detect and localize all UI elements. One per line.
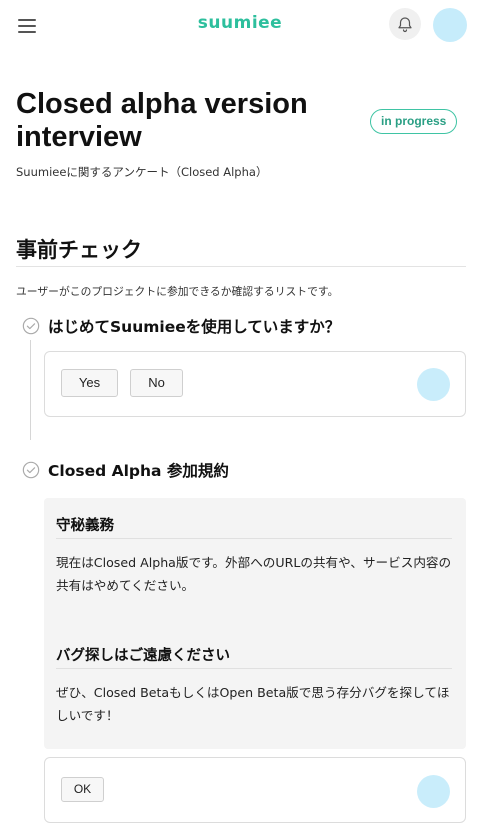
term-divider bbox=[56, 668, 452, 669]
section-divider bbox=[16, 266, 466, 267]
timeline-line bbox=[30, 340, 31, 440]
page-title: Closed alpha version interview bbox=[16, 88, 308, 153]
check-circle-icon bbox=[22, 461, 40, 479]
page-subtitle: Suumieeに関するアンケート（Closed Alpha） bbox=[16, 165, 268, 179]
section-description: ユーザーがこのプロジェクトに参加できるか確認するリストです。 bbox=[16, 285, 339, 298]
hamburger-icon bbox=[18, 19, 36, 21]
answer-card: OK bbox=[44, 757, 466, 823]
status-badge: in progress bbox=[370, 109, 458, 134]
menu-button[interactable] bbox=[18, 16, 38, 34]
avatar[interactable] bbox=[433, 8, 467, 42]
hamburger-icon-line bbox=[18, 25, 36, 27]
question-title: Closed Alpha 参加規約 bbox=[48, 462, 229, 480]
term-heading: 守秘義務 bbox=[56, 518, 114, 534]
section-title: 事前チェック bbox=[16, 238, 142, 262]
term-text: ぜひ、Closed BetaもしくはOpen Beta版で思う存分バグを探してほ… bbox=[56, 685, 450, 723]
check-circle-icon bbox=[22, 317, 40, 335]
hamburger-icon-line bbox=[18, 31, 36, 33]
responder-avatar bbox=[417, 775, 450, 808]
question-title: はじめてSuumieeを使用していますか？ bbox=[48, 318, 341, 336]
yes-button[interactable]: Yes bbox=[61, 369, 118, 397]
notifications-button[interactable] bbox=[389, 8, 421, 40]
responder-avatar bbox=[417, 368, 450, 401]
app-header: suumiee bbox=[0, 0, 480, 52]
terms-box: 守秘義務 現在はClosed Alpha版です。外部へのURLの共有や、サービス… bbox=[44, 498, 466, 749]
ok-button[interactable]: OK bbox=[61, 777, 104, 802]
bell-icon bbox=[398, 17, 412, 33]
term-divider bbox=[56, 538, 452, 539]
term-heading: バグ探しはご遠慮ください bbox=[56, 648, 230, 664]
no-button[interactable]: No bbox=[130, 369, 183, 397]
answer-card: Yes No bbox=[44, 351, 466, 417]
term-text: 現在はClosed Alpha版です。外部へのURLの共有や、サービス内容の共有… bbox=[56, 555, 452, 593]
